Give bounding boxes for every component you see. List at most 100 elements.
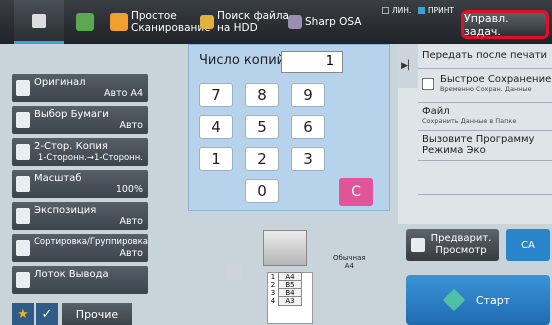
home-icon	[32, 13, 46, 28]
function-value: 100%	[115, 184, 143, 195]
file-item[interactable]: Файл Сохранить Данные в Папке	[422, 106, 516, 125]
osa-icon	[288, 15, 302, 29]
function-list: Оригинал Авто A4 Выбор Бумаги Авто 2-Сто…	[12, 74, 148, 298]
tray-list[interactable]: 1 A4 2 B5 3 B4 4 A3	[267, 272, 313, 324]
copies-input[interactable]: 1	[281, 51, 343, 73]
function-name: Оригинал	[34, 77, 86, 88]
function-name: 2-Стор. Копия	[34, 141, 108, 152]
preview-button[interactable]: Предварит. Просмотр	[406, 229, 499, 261]
file-sublabel: Сохранить Данные в Папке	[422, 117, 517, 125]
home-button[interactable]	[14, 0, 64, 44]
line-status-icon	[382, 7, 389, 14]
tray-number: 4	[270, 297, 276, 305]
start-label: Старт	[475, 293, 511, 307]
quick-save-checkbox[interactable]	[422, 78, 434, 90]
print-status: ПРИНТ	[418, 6, 454, 15]
other-functions-button[interactable]: Прочие	[62, 303, 132, 325]
panel-collapse-button[interactable]: ▶▏	[398, 44, 418, 88]
folder-search-icon	[200, 15, 214, 29]
function-value: Авто	[119, 120, 143, 131]
hdd-file-search-label: Поиск файла на HDD	[217, 10, 289, 34]
clear-key[interactable]: C	[339, 178, 373, 206]
key-6[interactable]: 6	[291, 115, 325, 139]
play-arrow-icon: ▶▏	[401, 61, 415, 71]
divider	[418, 194, 552, 195]
function-original[interactable]: Оригинал Авто A4	[12, 74, 148, 102]
copier-image	[263, 230, 307, 266]
tray-paper-size: A3	[278, 296, 302, 306]
check-button[interactable]: ✓	[36, 303, 58, 325]
start-icon	[442, 288, 466, 312]
key-9[interactable]: 9	[291, 83, 325, 107]
line-status: ЛИН.	[382, 6, 411, 15]
key-2[interactable]: 2	[245, 147, 279, 171]
tray-number: 2	[270, 281, 276, 289]
app-icon	[76, 13, 94, 31]
key-0[interactable]: 0	[245, 179, 279, 203]
function-exposure[interactable]: Экспозиция Авто	[12, 202, 148, 230]
check-icon: ✓	[41, 306, 53, 322]
preview-label: Предварит. Просмотр	[428, 233, 494, 257]
preview-label-line-2: Просмотр	[435, 245, 487, 256]
paper-type: Обычная	[333, 254, 366, 262]
key-7[interactable]: 7	[199, 83, 233, 107]
bottom-left-bar: ★ ✓ Прочие	[12, 303, 132, 325]
paper-size: A4	[344, 262, 354, 270]
simple-scan-button[interactable]: Простое Сканирование	[110, 4, 211, 40]
print-status-icon	[418, 7, 425, 14]
key-3[interactable]: 3	[291, 147, 325, 171]
preview-label-line-1: Предварит.	[430, 233, 492, 244]
sharp-osa-button[interactable]: Sharp OSA	[288, 4, 361, 40]
key-8[interactable]: 8	[245, 83, 279, 107]
eco-line-2: Режима Эко	[422, 145, 486, 156]
function-name: Экспозиция	[34, 205, 97, 216]
sort-icon	[16, 240, 30, 256]
quick-save-item[interactable]: Быстрое Сохранение Временно Сохран. Данн…	[440, 74, 551, 93]
divider	[418, 68, 552, 69]
star-icon: ★	[17, 306, 29, 322]
function-duplex[interactable]: 2-Стор. Копия 1-Сторонн.→1-Сторонн.	[12, 138, 148, 166]
function-name: Лоток Вывода	[34, 269, 109, 280]
key-1[interactable]: 1	[199, 147, 233, 171]
job-status-button[interactable]: Управл. задач.	[461, 10, 549, 39]
top-bar: Простое Сканирование Поиск файла на HDD …	[0, 0, 552, 44]
tray-number: 1	[270, 273, 276, 281]
simple-scan-label: Простое Сканирование	[131, 10, 211, 34]
function-zoom[interactable]: Масштаб 100%	[12, 170, 148, 198]
app-shortcut-button[interactable]	[76, 4, 94, 40]
start-button[interactable]: Старт	[406, 275, 550, 325]
clear-all-button[interactable]: CA	[506, 229, 550, 261]
quick-save-sublabel: Временно Сохран. Данные	[440, 85, 532, 93]
tray-number: 3	[270, 289, 276, 297]
exposure-icon	[16, 208, 30, 224]
duplex-icon	[16, 144, 30, 160]
eco-program-item[interactable]: Вызовите Программу Режима Эко	[422, 134, 534, 156]
function-name: Масштаб	[34, 173, 82, 184]
print-status-label: ПРИНТ	[428, 6, 454, 15]
hdd-file-search-button[interactable]: Поиск файла на HDD	[200, 4, 291, 40]
function-value: 1-Сторонн.→1-Сторонн.	[37, 153, 143, 163]
function-name: Сортировка/Группировка	[34, 237, 149, 247]
key-5[interactable]: 5	[245, 115, 279, 139]
divider	[418, 130, 552, 131]
divider	[418, 102, 552, 103]
function-output-tray[interactable]: Лоток Вывода	[12, 266, 148, 294]
file-label: Файл	[422, 106, 450, 117]
favorite-button[interactable]: ★	[12, 303, 34, 325]
copies-keypad-panel: Число копий 1 7 8 9 4 5 6 1 2 3 0 C	[188, 44, 390, 211]
sharp-osa-label: Sharp OSA	[305, 16, 362, 28]
function-value: Авто	[119, 216, 143, 227]
machine-preview: Обычная A4 1 A4 2 B5 3 B4 4 A3	[185, 228, 395, 325]
line-status-label: ЛИН.	[392, 6, 412, 15]
function-value: Авто	[119, 248, 143, 259]
function-paper-select[interactable]: Выбор Бумаги Авто	[12, 106, 148, 134]
quick-save-label: Быстрое Сохранение	[440, 74, 552, 85]
eco-line-1: Вызовите Программу	[422, 134, 535, 145]
preview-icon	[411, 238, 425, 252]
function-sort[interactable]: Сортировка/Группировка Авто	[12, 234, 148, 262]
send-after-print-item[interactable]: Передать после печати	[422, 50, 547, 61]
key-4[interactable]: 4	[199, 115, 233, 139]
paper-info: Обычная A4	[333, 254, 366, 270]
manual-feed-icon	[225, 264, 241, 280]
function-value: Авто A4	[103, 88, 143, 99]
